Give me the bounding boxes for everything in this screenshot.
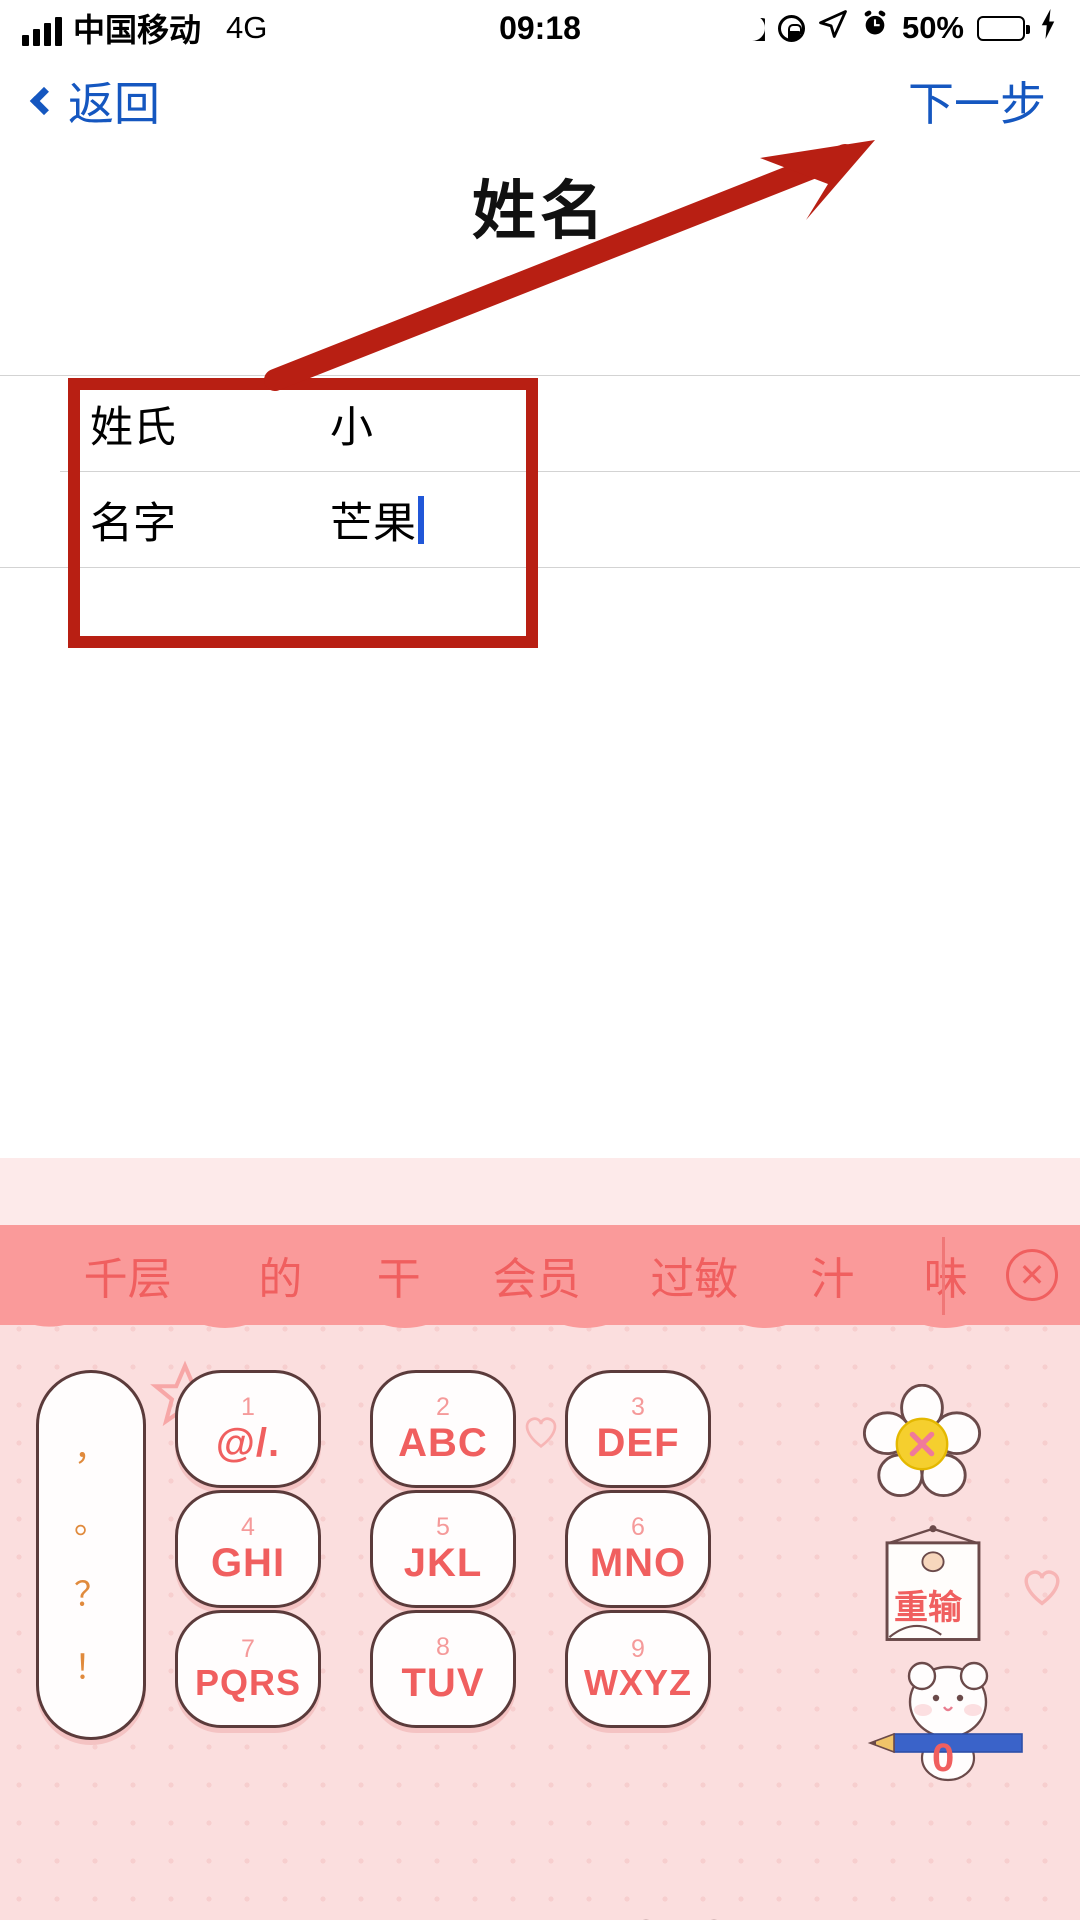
carrier-name: 中国移动	[73, 12, 202, 48]
key-7[interactable]: 7 PQRS	[175, 1610, 321, 1728]
candidate-item[interactable]: 味	[892, 1243, 1000, 1307]
flower-delete-icon[interactable]	[862, 1383, 982, 1504]
form-row-surname[interactable]: 姓氏 小	[0, 376, 1080, 471]
network-type: 4G	[226, 10, 268, 45]
form-empty-area	[0, 568, 1080, 658]
exclaim-label: ！	[74, 1649, 108, 1687]
navigation-bar: 返回 下一步	[0, 56, 1080, 146]
key-number: 7	[241, 1635, 255, 1663]
key-9[interactable]: 9 WXYZ	[565, 1610, 711, 1728]
chevron-left-icon	[29, 86, 59, 116]
candidate-item[interactable]: 会员	[458, 1243, 616, 1307]
key-0-label: 0	[932, 1736, 955, 1780]
close-circle-icon[interactable]: ✕	[1006, 1249, 1058, 1301]
status-bar: 中国移动 4G 09:18 50%	[0, 0, 1080, 56]
signal-bars-icon	[22, 16, 62, 46]
key-grid: ， 。 ？ ！ 1 @/. 2 ABC 3 DEF 4 GHI 5 JKL 6 …	[0, 1348, 1080, 1920]
heart-doodle-icon	[525, 1417, 557, 1449]
key-label: WXYZ	[584, 1662, 692, 1703]
question-label: ？	[74, 1576, 108, 1614]
key-number: 6	[631, 1513, 645, 1541]
punctuation-key[interactable]: ， 。 ？ ！	[36, 1370, 146, 1740]
surname-value: 小	[330, 403, 373, 452]
givenname-value: 芒果	[330, 499, 416, 548]
key-1[interactable]: 1 @/.	[175, 1370, 321, 1488]
surname-label: 姓氏	[90, 403, 176, 452]
battery-percent: 50%	[901, 10, 964, 45]
key-6[interactable]: 6 MNO	[565, 1490, 711, 1608]
annotation-arrow	[264, 140, 875, 391]
key-label: TUV	[401, 1661, 485, 1705]
key-2[interactable]: 2 ABC	[370, 1370, 516, 1488]
candidate-item[interactable]: 过敏	[616, 1243, 774, 1307]
key-5[interactable]: 5 JKL	[370, 1490, 516, 1608]
key-label: DEF	[596, 1421, 680, 1465]
key-number: 9	[631, 1635, 645, 1663]
key-4[interactable]: 4 GHI	[175, 1490, 321, 1608]
key-label: ABC	[398, 1421, 488, 1465]
key-number: 1	[241, 1393, 255, 1421]
candidate-item[interactable]: 的	[221, 1243, 339, 1307]
candidate-list: 千层 的 干 会员 过敏 汁 味	[0, 1243, 1000, 1307]
period-label: 。	[74, 1503, 108, 1541]
moon-icon	[739, 15, 765, 41]
space-key[interactable]	[520, 1914, 770, 1920]
candidate-caret	[942, 1237, 945, 1315]
key-label: GHI	[210, 1541, 286, 1585]
text-cursor	[418, 495, 424, 544]
enter-key[interactable]: coffee	[900, 1914, 1070, 1920]
virtual-keyboard: 千层 的 干 会员 过敏 汁 味 ✕ ， 。 ？ ！ 1 @/. 2 ABC 3…	[0, 1158, 1080, 1920]
battery-icon	[977, 15, 1030, 41]
redo-label: 重输	[894, 1589, 962, 1627]
name-form: 姓氏 小 名字 芒果	[0, 375, 1080, 658]
candidate-item[interactable]: 汁	[773, 1243, 891, 1307]
key-3[interactable]: 3 DEF	[565, 1370, 711, 1488]
key-label: PQRS	[194, 1662, 302, 1703]
key-label: MNO	[589, 1541, 687, 1585]
comma-label: ，	[74, 1430, 108, 1468]
key-8[interactable]: 8 TUV	[370, 1610, 516, 1728]
candidate-item[interactable]: 干	[340, 1243, 458, 1307]
redo-key[interactable]: 重输	[868, 1524, 988, 1654]
back-button-label: 返回	[68, 78, 160, 130]
key-label: @/.	[215, 1421, 281, 1465]
keyboard-bottom-row: 符 123	[0, 1908, 1080, 1920]
location-arrow-icon	[818, 9, 848, 47]
key-label: JKL	[403, 1541, 483, 1585]
key-0[interactable]: 0	[860, 1660, 1023, 1782]
givenname-input[interactable]: 芒果	[330, 489, 424, 551]
alarm-icon	[861, 10, 889, 46]
form-row-givenname[interactable]: 名字 芒果	[0, 472, 1080, 567]
page-title: 姓名	[472, 175, 608, 247]
rotation-lock-icon	[777, 14, 805, 42]
givenname-label: 名字	[90, 499, 176, 548]
key-number: 2	[436, 1393, 450, 1421]
keyboard-top-strip	[0, 1158, 1080, 1225]
key-number: 3	[631, 1393, 645, 1421]
next-step-button[interactable]: 下一步	[908, 68, 1046, 134]
key-number: 4	[241, 1513, 255, 1541]
key-number: 5	[436, 1513, 450, 1541]
charging-bolt-icon	[1038, 9, 1058, 47]
key-number: 8	[436, 1633, 450, 1661]
candidate-bar-wave	[0, 1308, 1080, 1328]
heart-doodle-icon	[1024, 1570, 1060, 1606]
back-button[interactable]: 返回	[29, 68, 160, 134]
status-bar-left: 中国移动 4G	[22, 10, 267, 46]
surname-input[interactable]: 小	[330, 393, 373, 455]
status-bar-right: 50%	[739, 9, 1058, 47]
candidate-item[interactable]: 千层	[34, 1243, 221, 1307]
